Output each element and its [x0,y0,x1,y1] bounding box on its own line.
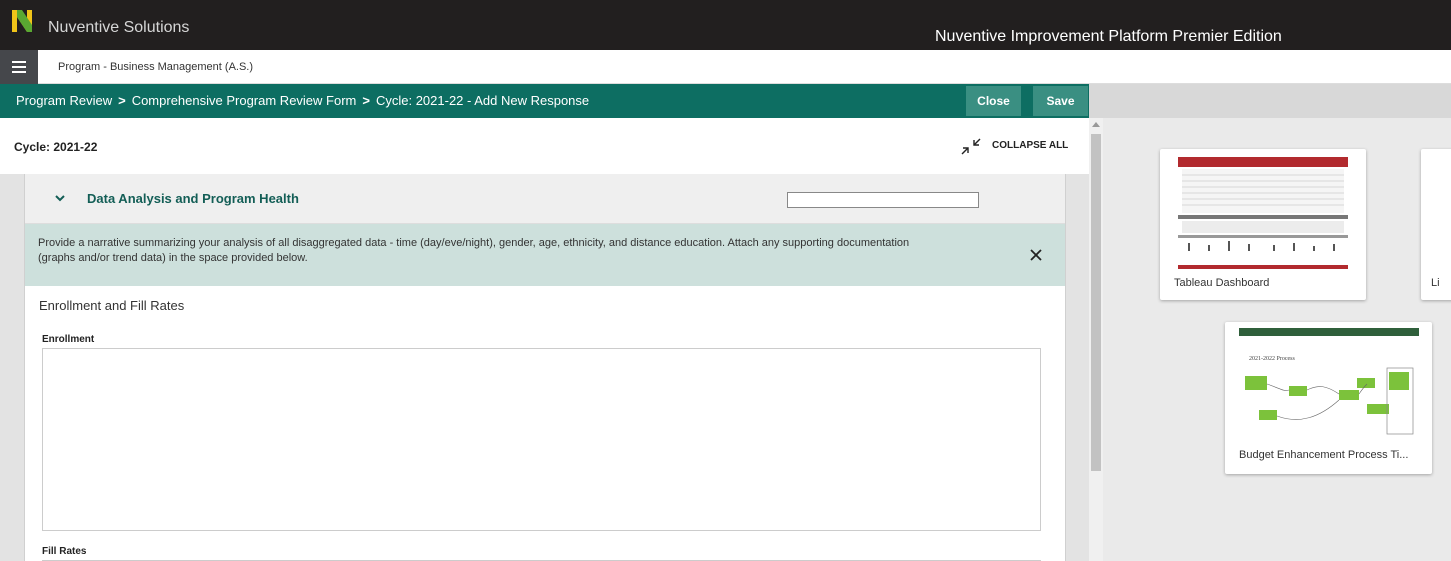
data-analysis-section: Data Analysis and Program Health Provide… [24,174,1066,561]
instructions-text: Provide a narrative summarizing your ana… [38,237,910,264]
form-panel: Cycle: 2021-22 COLLAPSE ALL Data Analysi… [0,118,1089,561]
chevron-right-icon: > [118,93,126,108]
chevron-right-icon: > [362,93,370,108]
section-status-box [787,192,979,208]
breadcrumb-item-current: Cycle: 2021-22 - Add New Response [375,93,590,108]
breadcrumb-bar: Program Review > Comprehensive Program Rev… [0,84,1089,118]
nuventive-logo-icon [12,10,32,32]
platform-title: Nuventive Improvement Platform Premier E… [935,28,1282,45]
collapse-all-button[interactable]: COLLAPSE ALL [992,140,1068,151]
chevron-down-icon[interactable] [54,194,66,204]
document-card[interactable]: Tableau Dashboard [1160,149,1366,300]
instructions-panel: Provide a narrative summarizing your ana… [25,224,1065,286]
subheading: Enrollment and Fill Rates [39,298,185,313]
scroll-up-icon[interactable] [1092,122,1100,127]
document-card[interactable]: 2021-2022 Process Budget Enhancement Pro… [1225,322,1432,474]
document-title: Li [1431,277,1440,289]
enrollment-label: Enrollment [42,334,95,345]
process-diagram-thumbnail-icon: 2021-2022 Process [1239,328,1419,440]
document-title: Budget Enhancement Process Ti... [1239,449,1409,461]
close-icon[interactable] [1029,248,1043,262]
section-container: Data Analysis and Program Health Provide… [0,174,1089,561]
right-panel-header [1089,84,1451,118]
cycle-label: Cycle: 2021-22 [14,140,98,154]
top-bar: Nuventive Solutions Nuventive Improvemen… [0,0,1451,50]
brand-name: Nuventive Solutions [48,19,190,36]
documents-panel: Tableau Dashboard Li 2021-2022 Process B… [1103,118,1451,561]
menu-icon[interactable] [0,50,38,84]
enrollment-field[interactable] [42,348,1041,531]
dashboard-thumbnail-icon [1178,155,1348,273]
breadcrumb: Program Review > Comprehensive Program Rev… [16,93,589,108]
breadcrumb-item-program-review[interactable]: Program Review [16,93,112,108]
section-header[interactable]: Data Analysis and Program Health [25,174,1065,224]
scroll-thumb[interactable] [1091,134,1101,471]
document-card[interactable]: Li [1421,149,1451,300]
close-button[interactable]: Close [966,86,1021,116]
save-button[interactable]: Save [1033,86,1088,116]
diagram-inner-title: 2021-2022 Process [1249,356,1295,362]
section-title: Data Analysis and Program Health [87,191,299,206]
document-title: Tableau Dashboard [1174,277,1270,289]
breadcrumb-item-form[interactable]: Comprehensive Program Review Form [132,93,357,108]
program-bar: Program - Business Management (A.S.) [0,50,1451,84]
program-name: Program - Business Management (A.S.) [58,61,254,73]
collapse-all-icon[interactable] [958,136,984,158]
scrollbar[interactable] [1089,118,1103,561]
fill-rates-label: Fill Rates [42,546,87,557]
